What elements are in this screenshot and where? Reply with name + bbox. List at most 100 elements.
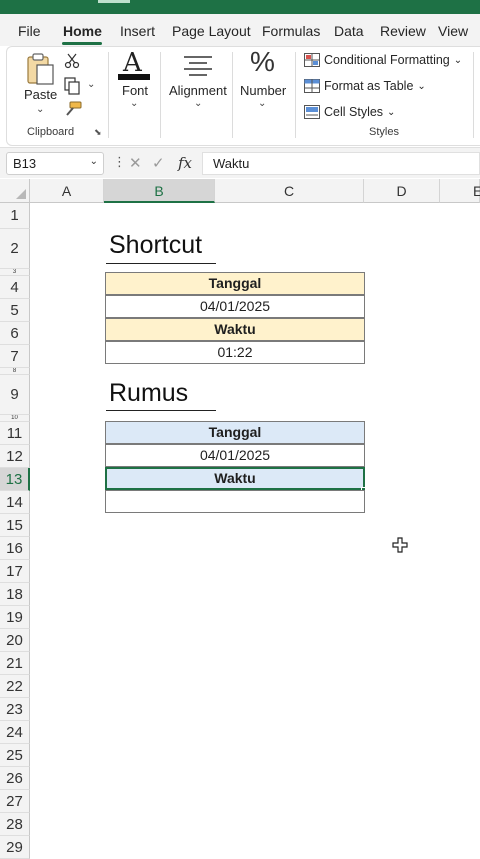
cell-b7-time[interactable]: 01:22 <box>105 341 365 364</box>
row-header-9[interactable]: 9 <box>0 375 30 415</box>
row-header-16[interactable]: 16 <box>0 537 30 560</box>
row-header-19[interactable]: 19 <box>0 606 30 629</box>
number-label: Number <box>240 83 287 98</box>
row-header-29[interactable]: 29 <box>0 836 30 859</box>
align-center-icon <box>184 56 212 76</box>
cell-styles-button[interactable]: Cell Styles ⌄ <box>304 105 395 119</box>
column-header-e[interactable]: E <box>440 179 480 203</box>
conditional-formatting-button[interactable]: Conditional Formatting ⌄ <box>304 53 462 67</box>
paste-label: Paste <box>24 87 58 102</box>
heading-shortcut: Shortcut <box>109 231 203 259</box>
group-separator <box>232 52 233 138</box>
column-header-d[interactable]: D <box>364 179 440 203</box>
chevron-down-icon: ⌄ <box>258 98 267 109</box>
row-header-17[interactable]: 17 <box>0 560 30 583</box>
row-header-28[interactable]: 28 <box>0 813 30 836</box>
tab-home[interactable]: Home <box>63 23 102 39</box>
cell-b5-date[interactable]: 04/01/2025 <box>105 295 365 318</box>
chevron-down-icon: ⌄ <box>194 98 203 109</box>
alignment-label: Alignment <box>169 83 227 98</box>
group-separator <box>108 52 109 138</box>
row-header-27[interactable]: 27 <box>0 790 30 813</box>
row-header-4[interactable]: 4 <box>0 276 30 299</box>
font-button[interactable]: A Font ⌄ <box>116 48 152 114</box>
heading-rumus: Rumus <box>109 379 189 407</box>
row-header-6[interactable]: 6 <box>0 322 30 345</box>
font-color-bar <box>118 74 150 80</box>
row-header-22[interactable]: 22 <box>0 675 30 698</box>
cut-icon[interactable] <box>64 53 80 69</box>
chevron-down-icon: ⌄ <box>453 54 463 66</box>
title-bar <box>0 0 480 14</box>
dialog-launcher-icon[interactable]: ⬊ <box>94 127 102 138</box>
formula-input-value: Waktu <box>213 156 250 171</box>
row-header-2[interactable]: 2 <box>0 229 30 269</box>
styles-group-label: Styles <box>369 126 399 138</box>
copy-icon[interactable] <box>64 77 80 95</box>
row-header-23[interactable]: 23 <box>0 698 30 721</box>
column-header-a[interactable]: A <box>30 179 104 203</box>
row-header-25[interactable]: 25 <box>0 744 30 767</box>
select-all-button[interactable] <box>0 179 30 203</box>
format-as-table-label: Format as Table <box>324 79 414 93</box>
group-separator <box>295 52 296 138</box>
row-header-18[interactable]: 18 <box>0 583 30 606</box>
tab-insert[interactable]: Insert <box>120 23 155 39</box>
cell-b6-waktu[interactable]: Waktu <box>105 318 365 341</box>
enter-icon[interactable]: ✓ <box>152 154 165 172</box>
chevron-down-icon[interactable]: ⌄ <box>90 156 98 167</box>
conditional-formatting-icon <box>304 53 320 67</box>
tab-view[interactable]: View <box>438 23 468 39</box>
column-header-b[interactable]: B <box>104 179 215 203</box>
row-header-7[interactable]: 7 <box>0 345 30 368</box>
insert-function-icon[interactable]: fx <box>178 154 192 172</box>
tab-formulas[interactable]: Formulas <box>262 23 320 39</box>
chevron-down-icon: ⌄ <box>130 98 139 109</box>
paste-button[interactable]: Paste ⌄ <box>20 52 60 115</box>
format-as-table-icon <box>304 79 320 93</box>
format-painter-icon[interactable] <box>64 101 82 117</box>
cancel-icon[interactable]: ✕ <box>129 154 142 172</box>
tab-review[interactable]: Review <box>380 23 426 39</box>
cell-b11-tanggal[interactable]: Tanggal <box>105 421 365 444</box>
more-options-icon[interactable]: ⋮ <box>113 154 126 170</box>
row-header-20[interactable]: 20 <box>0 629 30 652</box>
row-header-1[interactable]: 1 <box>0 203 30 229</box>
alignment-button[interactable]: Alignment ⌄ <box>168 52 228 114</box>
tab-data[interactable]: Data <box>334 23 364 39</box>
formula-input[interactable]: Waktu <box>202 152 480 175</box>
cell-b4-tanggal[interactable]: Tanggal <box>105 272 365 295</box>
row-header-11[interactable]: 11 <box>0 422 30 445</box>
number-button[interactable]: % Number ⌄ <box>238 46 290 114</box>
font-label: Font <box>122 83 149 98</box>
row-header-15[interactable]: 15 <box>0 514 30 537</box>
paste-icon <box>27 53 54 85</box>
copy-dropdown-icon[interactable]: ⌄ <box>87 79 95 90</box>
cell-b14-empty[interactable] <box>105 490 365 513</box>
row-header-13[interactable]: 13 <box>0 468 30 491</box>
row-header-12[interactable]: 12 <box>0 445 30 468</box>
cell-b13-waktu-selected[interactable]: Waktu <box>105 467 365 490</box>
cell-styles-label: Cell Styles <box>324 105 384 119</box>
name-box[interactable]: B13 ⌄ <box>6 152 104 175</box>
active-tab-indicator <box>62 42 102 45</box>
heading-underline <box>106 263 216 264</box>
row-header-5[interactable]: 5 <box>0 299 30 322</box>
chevron-down-icon: ⌄ <box>387 106 396 118</box>
cell-b12-date[interactable]: 04/01/2025 <box>105 444 365 467</box>
heading-underline <box>106 410 216 411</box>
row-header-21[interactable]: 21 <box>0 652 30 675</box>
select-all-triangle <box>16 189 26 199</box>
row-header-24[interactable]: 24 <box>0 721 30 744</box>
tab-file[interactable]: File <box>18 23 41 39</box>
row-header-14[interactable]: 14 <box>0 491 30 514</box>
tab-page-layout[interactable]: Page Layout <box>172 23 251 39</box>
row-header-8[interactable]: 8 <box>0 368 30 375</box>
row-header-26[interactable]: 26 <box>0 767 30 790</box>
format-as-table-button[interactable]: Format as Table ⌄ <box>304 79 426 93</box>
cell-cursor-icon <box>392 537 408 553</box>
row-header-10[interactable]: 10 <box>0 415 30 422</box>
percent-icon: % <box>250 46 275 77</box>
row-header-3[interactable]: 3 <box>0 269 30 276</box>
column-header-c[interactable]: C <box>215 179 364 203</box>
